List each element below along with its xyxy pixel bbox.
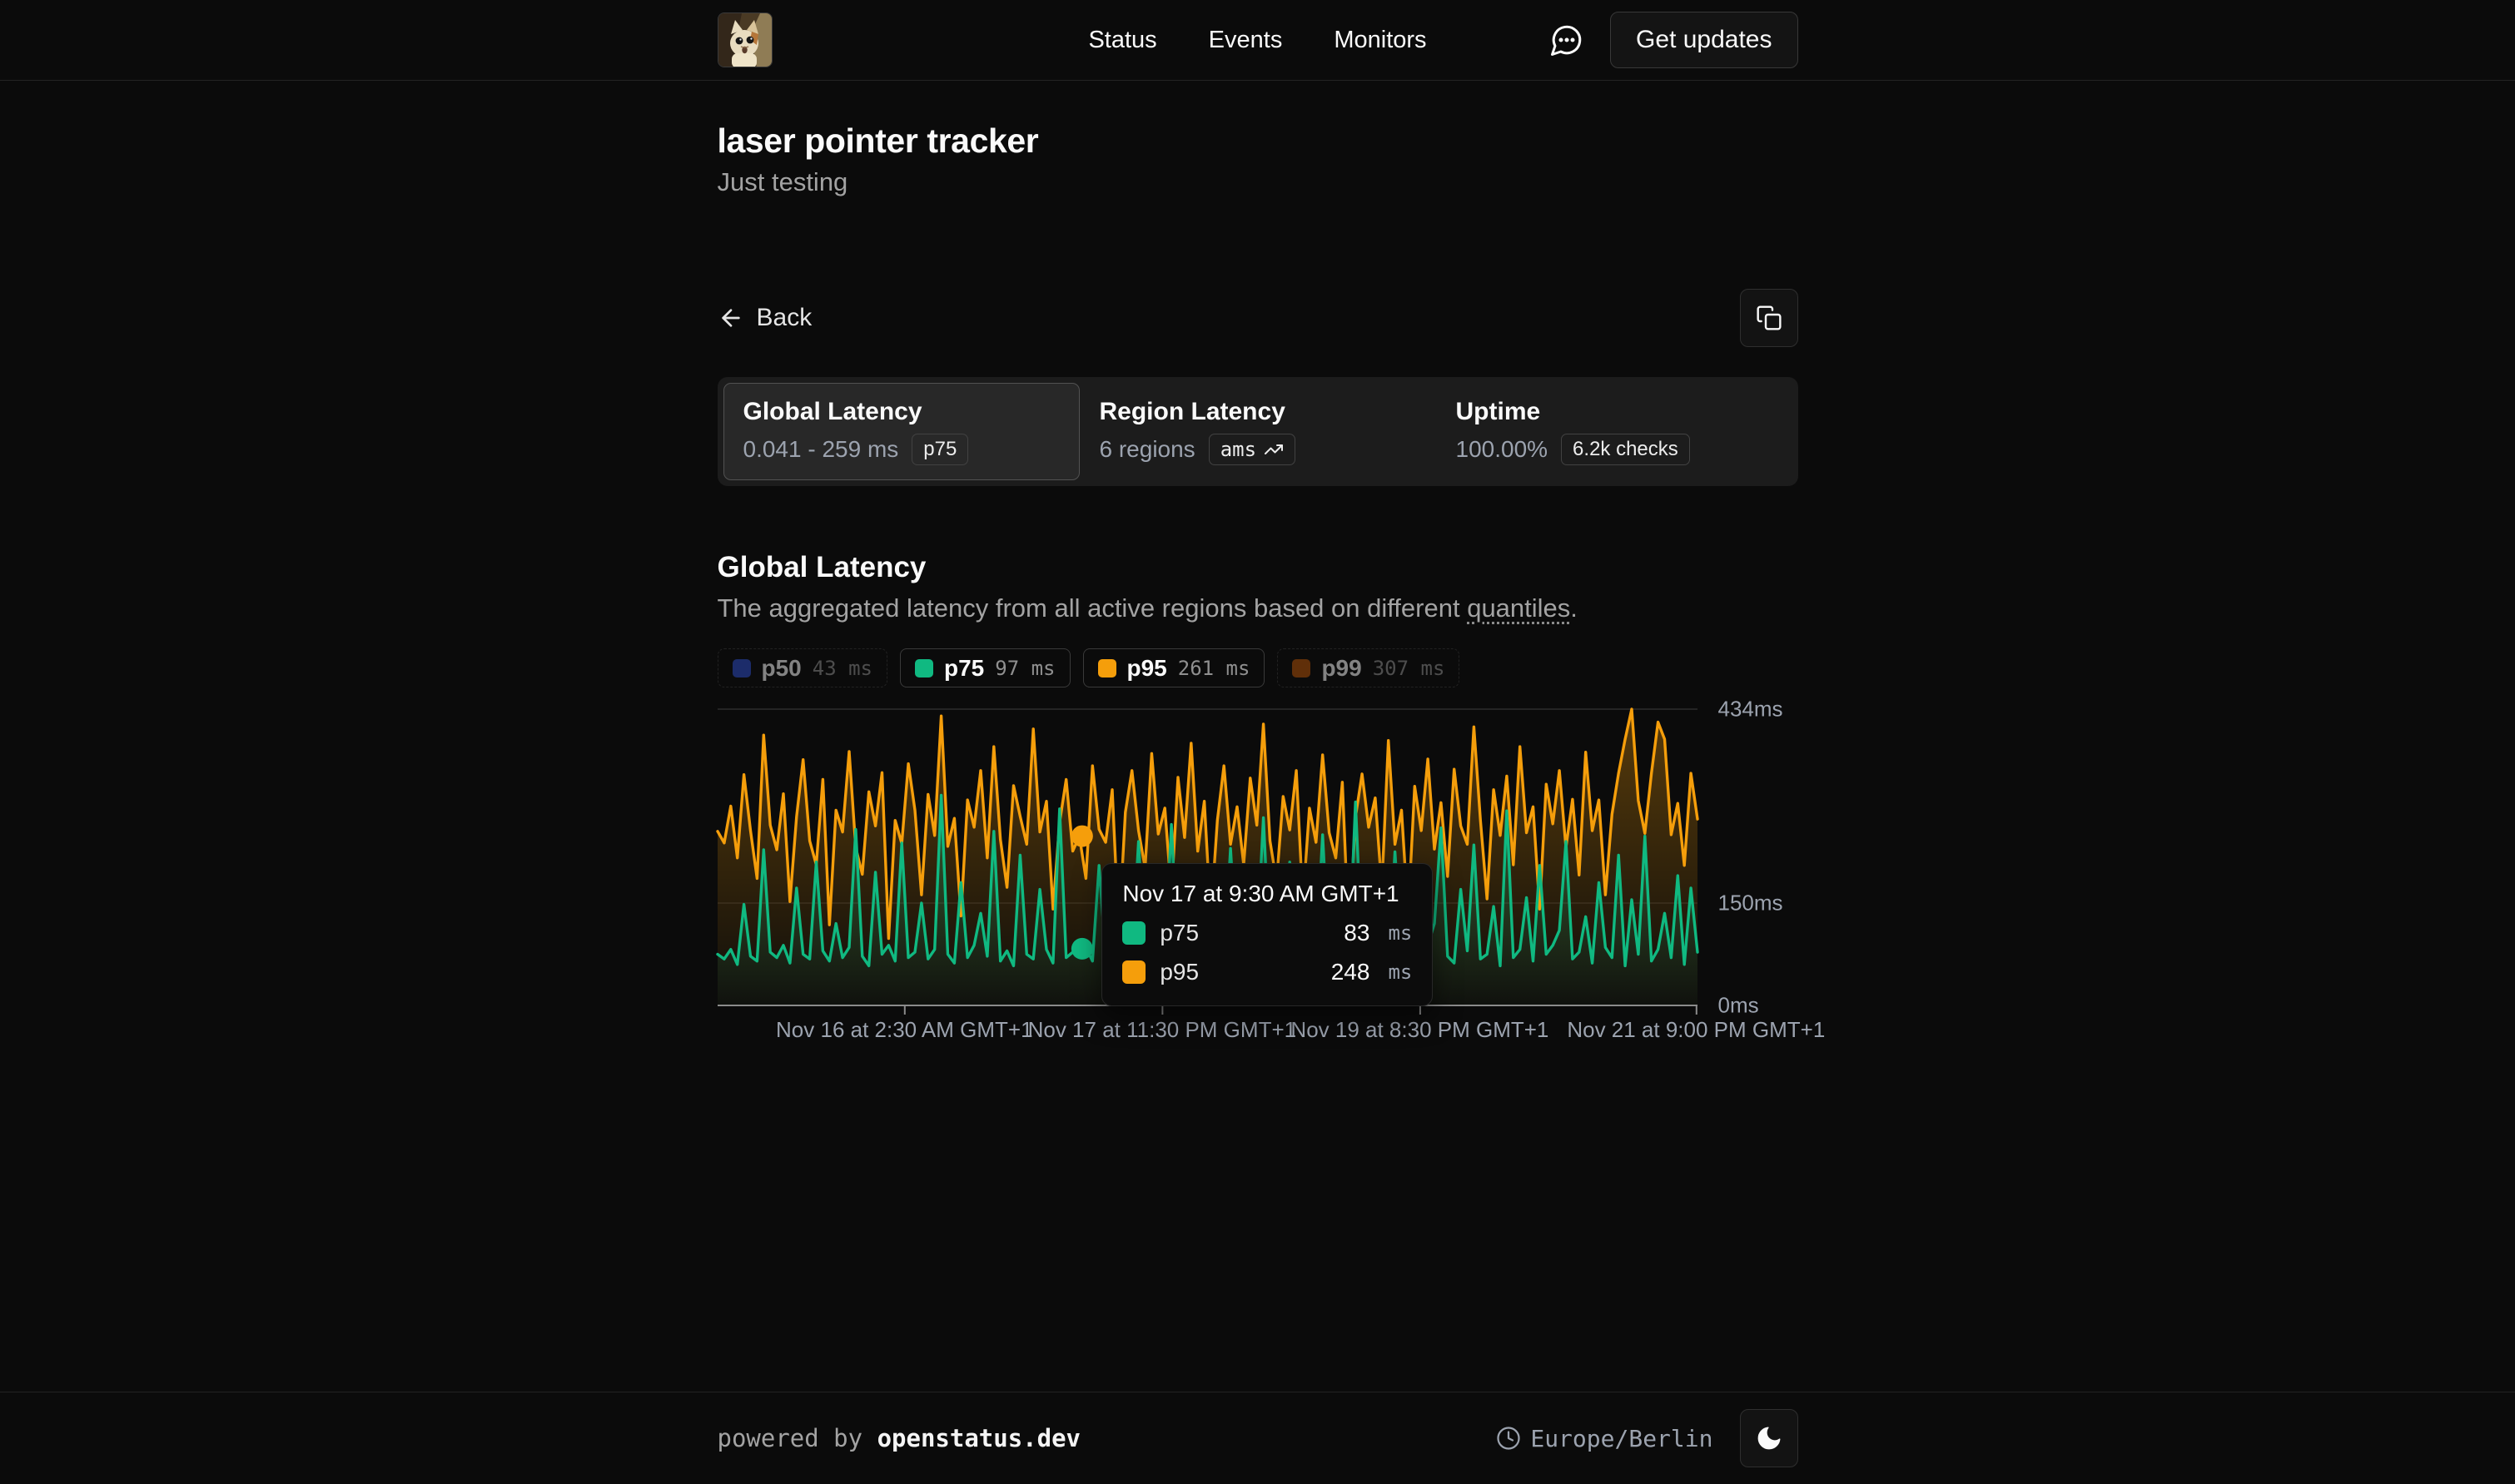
tab-global-latency[interactable]: Global Latency 0.041 - 259 ms p75	[723, 383, 1080, 480]
powered-by-prefix: powered by	[718, 1424, 877, 1452]
tooltip-series-name: p95	[1160, 959, 1199, 985]
legend-label: p50	[762, 655, 802, 682]
message-bubble-icon	[1549, 22, 1584, 57]
x-axis-tick-label: Nov 19 at 8:30 PM GMT+1	[1290, 1017, 1548, 1043]
tooltip-row-p75: p75 83 ms	[1122, 920, 1412, 946]
chart-legend: p50 43 ms p75 97 ms p95 261 ms p99 307 m…	[718, 648, 1798, 687]
x-axis-tick-label: Nov 17 at 11:30 PM GMT+1	[1028, 1017, 1297, 1043]
get-updates-button[interactable]: Get updates	[1610, 12, 1797, 68]
main-content: laser pointer tracker Just testing Back …	[718, 81, 1798, 1067]
copy-icon	[1756, 305, 1782, 331]
legend-value: 307 ms	[1373, 657, 1445, 680]
status-page-logo[interactable]	[718, 12, 773, 67]
tooltip-series-unit: ms	[1388, 960, 1412, 984]
quantile-badge: p75	[912, 434, 968, 465]
timezone-display: Europe/Berlin	[1496, 1425, 1712, 1452]
copy-link-button[interactable]	[1740, 289, 1798, 347]
tab-uptime[interactable]: Uptime 100.00% 6.2k checks	[1436, 383, 1792, 480]
region-badge: ams	[1209, 434, 1295, 465]
tooltip-series-value: 83	[1344, 920, 1369, 946]
section-heading: Global Latency	[718, 551, 1798, 584]
chart-tooltip: Nov 17 at 9:30 AM GMT+1 p75 83 ms p95 24…	[1101, 863, 1433, 1006]
section-description: The aggregated latency from all active r…	[718, 593, 1798, 623]
page-footer: powered by openstatus.dev Europe/Berlin	[0, 1392, 2515, 1484]
moon-icon	[1755, 1424, 1783, 1452]
legend-toggle-p50[interactable]: p50 43 ms	[718, 648, 888, 687]
timezone-label: Europe/Berlin	[1530, 1425, 1712, 1452]
p75-swatch	[915, 659, 933, 677]
tab-title: Global Latency	[743, 398, 1060, 426]
arrow-left-icon	[718, 305, 744, 331]
theme-toggle-button[interactable]	[1740, 1409, 1798, 1467]
quantiles-link[interactable]: quantiles	[1467, 593, 1570, 623]
clock-icon	[1496, 1426, 1521, 1451]
y-axis-tick-label: 150ms	[1718, 890, 1783, 916]
tooltip-row-p95: p95 248 ms	[1122, 959, 1412, 985]
feedback-chat-button[interactable]	[1548, 22, 1585, 58]
p50-swatch	[733, 659, 751, 677]
tab-region-latency[interactable]: Region Latency 6 regions ams	[1080, 383, 1436, 480]
page-subtitle: Just testing	[718, 167, 1798, 197]
legend-label: p95	[1127, 655, 1167, 682]
legend-toggle-p95[interactable]: p95 261 ms	[1083, 648, 1265, 687]
y-axis-tick-label: 434ms	[1718, 697, 1783, 722]
legend-value: 261 ms	[1178, 657, 1250, 680]
p75-swatch	[1122, 921, 1146, 945]
y-axis-tick-label: 0ms	[1718, 993, 1759, 1019]
description-text: The aggregated latency from all active r…	[718, 593, 1468, 623]
tab-value: 6 regions	[1100, 436, 1195, 463]
nav-link-events[interactable]: Events	[1209, 0, 1283, 81]
p99-swatch	[1292, 659, 1310, 677]
x-axis-tick-label: Nov 21 at 9:00 PM GMT+1	[1567, 1017, 1825, 1043]
tab-title: Uptime	[1456, 398, 1772, 426]
x-axis-tick-label: Nov 16 at 2:30 AM GMT+1	[776, 1017, 1033, 1043]
top-nav: Status Events Monitors Get updates	[0, 0, 2515, 81]
legend-label: p75	[944, 655, 984, 682]
legend-value: 97 ms	[995, 657, 1055, 680]
legend-toggle-p99[interactable]: p99 307 ms	[1277, 648, 1459, 687]
p95-swatch	[1098, 659, 1116, 677]
back-label: Back	[757, 304, 813, 332]
description-period: .	[1570, 593, 1578, 623]
openstatus-link[interactable]: openstatus.dev	[877, 1424, 1081, 1452]
legend-label: p99	[1321, 655, 1361, 682]
checks-badge: 6.2k checks	[1561, 434, 1690, 465]
powered-by: powered by openstatus.dev	[718, 1424, 1081, 1452]
nav-links: Status Events Monitors	[1088, 0, 1426, 81]
cat-logo-image	[718, 13, 773, 67]
p95-swatch	[1122, 960, 1146, 984]
tab-value: 100.00%	[1456, 436, 1548, 463]
back-link[interactable]: Back	[718, 304, 813, 332]
tooltip-series-value: 248	[1331, 959, 1370, 985]
trending-up-icon	[1264, 439, 1284, 459]
tooltip-timestamp: Nov 17 at 9:30 AM GMT+1	[1122, 881, 1412, 907]
region-badge-label: ams	[1220, 438, 1256, 461]
nav-link-status[interactable]: Status	[1088, 0, 1156, 81]
tab-title: Region Latency	[1100, 398, 1416, 426]
tooltip-series-unit: ms	[1388, 921, 1412, 945]
metric-tabs: Global Latency 0.041 - 259 ms p75 Region…	[718, 377, 1798, 486]
tooltip-series-name: p75	[1160, 920, 1199, 946]
legend-toggle-p75[interactable]: p75 97 ms	[900, 648, 1071, 687]
nav-link-monitors[interactable]: Monitors	[1334, 0, 1426, 81]
tab-value: 0.041 - 259 ms	[743, 436, 899, 463]
page-title: laser pointer tracker	[718, 122, 1798, 161]
latency-chart: Nov 16 at 2:30 AM GMT+1 Nov 17 at 11:30 …	[718, 709, 1798, 1067]
legend-value: 43 ms	[813, 657, 872, 680]
